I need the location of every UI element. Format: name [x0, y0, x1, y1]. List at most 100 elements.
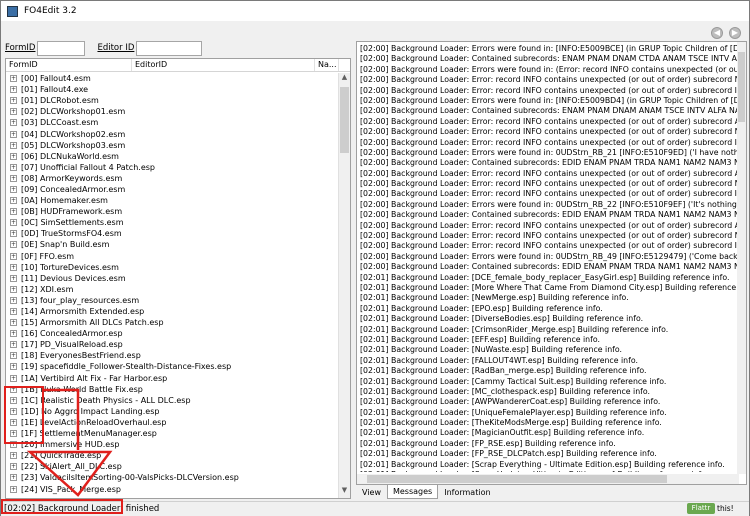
- tree-row[interactable]: + [15] Armorsmith All DLCs Patch.esp: [6, 317, 339, 328]
- tree-row[interactable]: + [04] DLCWorkshop02.esm: [6, 128, 339, 139]
- tree-row[interactable]: + [00] Fallout4.esm: [6, 73, 339, 84]
- log-line: [02:00] Background Loader: Contained sub…: [360, 106, 738, 116]
- expand-icon[interactable]: +: [10, 185, 17, 193]
- tree-row[interactable]: + [1D] No Aggro Impact Landing.esp: [6, 406, 339, 417]
- column-name[interactable]: Na...: [315, 59, 339, 71]
- annotation-status-highlight: [1, 499, 123, 514]
- tree-row[interactable]: + [03] DLCCoast.esm: [6, 117, 339, 128]
- expand-icon[interactable]: +: [10, 152, 17, 160]
- expand-icon[interactable]: +: [10, 97, 17, 105]
- forward-icon[interactable]: ▶: [729, 27, 741, 39]
- scrollbar-thumb[interactable]: [738, 52, 745, 122]
- back-icon[interactable]: ◀: [711, 27, 723, 39]
- scroll-up-icon[interactable]: ▲: [339, 73, 350, 85]
- expand-icon[interactable]: +: [10, 474, 17, 482]
- tree-row[interactable]: + [16] ConcealedArmor.esp: [6, 328, 339, 339]
- tree-row[interactable]: + [24] VIS_Pack_Merge.esp: [6, 483, 339, 494]
- tree-row[interactable]: + [12] XDI.esm: [6, 284, 339, 295]
- tab-view[interactable]: View: [356, 485, 387, 499]
- tree-row[interactable]: + [13] four_play_resources.esm: [6, 295, 339, 306]
- scroll-down-icon[interactable]: ▼: [339, 486, 350, 498]
- tree-row[interactable]: + [02] DLCWorkshop01.esm: [6, 106, 339, 117]
- tree-row[interactable]: + [0F] FFO.esm: [6, 251, 339, 262]
- expand-icon[interactable]: +: [10, 163, 17, 171]
- tree-row[interactable]: + [14] Armorsmith Extended.esp: [6, 306, 339, 317]
- tree-row[interactable]: + [06] DLCNukaWorld.esm: [6, 151, 339, 162]
- tree-row[interactable]: + [0A] Homemaker.esm: [6, 195, 339, 206]
- tree-row[interactable]: + [21] QuickTrade.esp: [6, 450, 339, 461]
- tree-row[interactable]: + [0B] HUDFramework.esm: [6, 206, 339, 217]
- scrollbar-thumb[interactable]: [367, 475, 667, 483]
- tree-row[interactable]: + [01] DLCRobot.esm: [6, 95, 339, 106]
- expand-icon[interactable]: +: [10, 452, 17, 460]
- log-line: [02:00] Background Loader: Errors were f…: [360, 199, 738, 209]
- expand-icon[interactable]: +: [10, 219, 17, 227]
- expand-icon[interactable]: +: [10, 141, 17, 149]
- log-horizontal-scrollbar[interactable]: [357, 474, 739, 484]
- expand-icon[interactable]: +: [10, 108, 17, 116]
- tree-row[interactable]: + [17] PD_VisualReload.esp: [6, 339, 339, 350]
- tree-row[interactable]: + [0D] TrueStormsFO4.esm: [6, 228, 339, 239]
- column-editorid[interactable]: EditorID: [132, 59, 315, 71]
- expand-icon[interactable]: +: [10, 296, 17, 304]
- expand-icon[interactable]: +: [10, 208, 17, 216]
- scrollbar-thumb[interactable]: [340, 87, 349, 153]
- tree-row[interactable]: + [09] ConcealedArmor.esm: [6, 184, 339, 195]
- expand-icon[interactable]: +: [10, 197, 17, 205]
- tree-row[interactable]: + [23] ValdacilsItemSorting-00-ValsPicks-…: [6, 472, 339, 483]
- expand-icon[interactable]: +: [10, 485, 17, 493]
- tree-row[interactable]: + [11] Devious Devices.esm: [6, 273, 339, 284]
- expand-icon[interactable]: +: [10, 174, 17, 182]
- log-line: [02:01] Background Loader: [DCE_female_b…: [360, 272, 730, 282]
- expand-icon[interactable]: +: [10, 86, 17, 94]
- expand-icon[interactable]: +: [10, 341, 17, 349]
- expand-icon[interactable]: +: [10, 319, 17, 327]
- tree-row[interactable]: + [1B] Nuka World Battle Fix.esp: [6, 384, 339, 395]
- expand-icon[interactable]: +: [10, 274, 17, 282]
- expand-icon[interactable]: +: [10, 352, 17, 360]
- tree-row[interactable]: + [19] spacefiddle_Follower-Stealth-Dista…: [6, 361, 339, 372]
- log-line: [02:00] Background Loader: Error: record…: [360, 127, 738, 137]
- tree-row[interactable]: + [08] ArmorKeywords.esm: [6, 173, 339, 184]
- tree-scrollbar[interactable]: ▲ ▼: [338, 73, 350, 498]
- tree-row[interactable]: + [07] Unofficial Fallout 4 Patch.esp: [6, 162, 339, 173]
- expand-icon[interactable]: +: [10, 285, 17, 293]
- expand-icon[interactable]: +: [10, 75, 17, 83]
- tree-row[interactable]: + [1C] Realistic Death Physics - ALL DLC.…: [6, 395, 339, 406]
- log-line: [02:01] Background Loader: [ScrapUpdate …: [360, 470, 738, 472]
- tree-row[interactable]: + [01] Fallout4.exe: [6, 84, 339, 95]
- tree-row[interactable]: + [1F] SettlementMenuManager.esp: [6, 428, 339, 439]
- expand-icon[interactable]: +: [10, 463, 17, 471]
- tree-row[interactable]: + [0E] Snap'n Build.esm: [6, 239, 339, 250]
- expand-icon[interactable]: +: [10, 308, 17, 316]
- tree-row[interactable]: + [1E] LevelActionReloadOverhaul.esp: [6, 417, 339, 428]
- tree-row-label: [0C] SimSettlements.esm: [21, 218, 124, 228]
- tree-row[interactable]: + [20] Immersive HUD.esp: [6, 439, 339, 450]
- expand-icon[interactable]: +: [10, 119, 17, 127]
- column-formid[interactable]: FormID: [6, 59, 132, 71]
- editorid-input[interactable]: [136, 40, 203, 56]
- expand-icon[interactable]: +: [10, 252, 17, 260]
- tree-row[interactable]: + [18] EveryonesBestFriend.esp: [6, 350, 339, 361]
- expand-icon[interactable]: +: [10, 230, 17, 238]
- expand-icon[interactable]: +: [10, 241, 17, 249]
- tree-row[interactable]: + [22] SkjAlert_All_DLC.esp: [6, 461, 339, 472]
- expand-icon[interactable]: +: [10, 374, 17, 382]
- expand-icon[interactable]: +: [10, 363, 17, 371]
- tree-row[interactable]: + [10] TortureDevices.esm: [6, 262, 339, 273]
- tab-information[interactable]: Information: [438, 485, 496, 499]
- flattr-this-label[interactable]: this!: [717, 503, 734, 514]
- tree-row[interactable]: + [1A] Vertibird Alt Fix - Far Harbor.esp: [6, 373, 339, 384]
- log-line: [02:00] Background Loader: Errors were f…: [360, 147, 738, 157]
- expand-icon[interactable]: +: [10, 330, 17, 338]
- formid-input[interactable]: [37, 40, 86, 56]
- tree-row[interactable]: + [0C] SimSettlements.esm: [6, 217, 339, 228]
- tree-row-label: [06] DLCNukaWorld.esm: [21, 151, 119, 161]
- flattr-button[interactable]: Flattr: [687, 503, 715, 514]
- tab-messages[interactable]: Messages: [386, 485, 439, 499]
- log-vertical-scrollbar[interactable]: [737, 42, 746, 474]
- tree-row[interactable]: + [05] DLCWorkshop03.esm: [6, 140, 339, 151]
- expand-icon[interactable]: +: [10, 130, 17, 138]
- bottom-tabs: View Messages Information: [356, 485, 497, 499]
- expand-icon[interactable]: +: [10, 263, 17, 271]
